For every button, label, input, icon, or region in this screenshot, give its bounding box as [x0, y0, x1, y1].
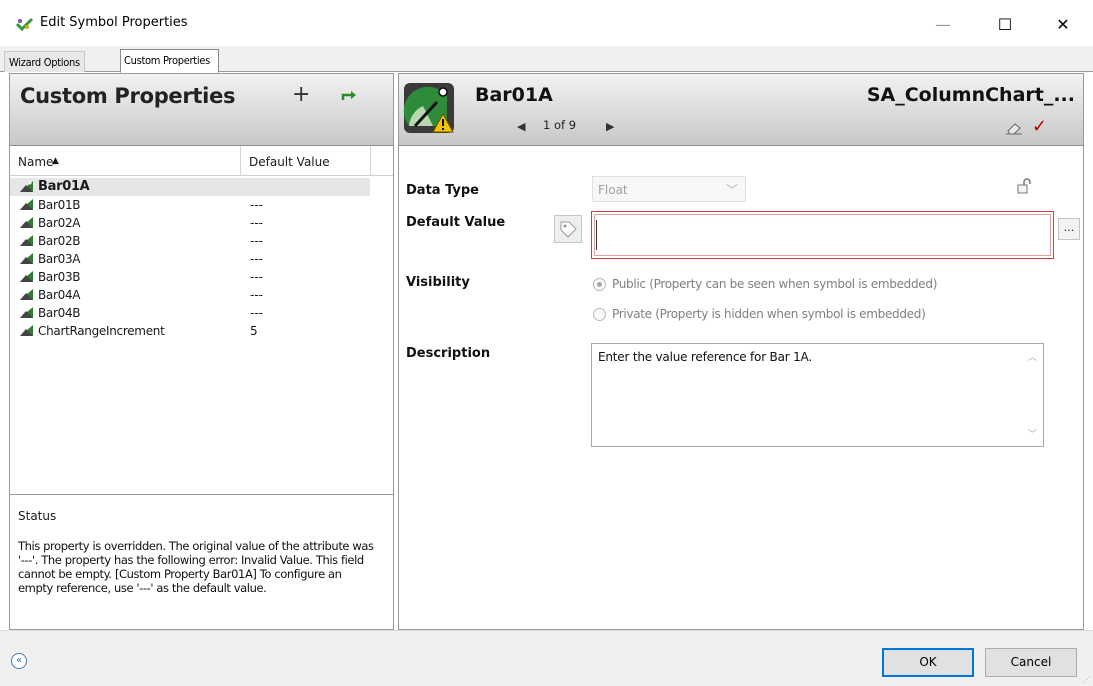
list-item[interactable]: Bar01B --- [10, 196, 370, 214]
default-value-input[interactable] [591, 211, 1054, 259]
property-name: Bar03A [38, 252, 81, 266]
property-name: Bar04B [38, 306, 81, 320]
close-button[interactable]: ✕ [1040, 8, 1086, 40]
add-property-button[interactable]: + [292, 82, 310, 107]
collapse-panel-button[interactable]: « [11, 653, 27, 669]
property-default: --- [250, 198, 263, 212]
chevron-down-icon: ﹀ [725, 183, 738, 197]
data-type-label: Data Type [406, 183, 479, 198]
previous-property-button[interactable]: ◀ [517, 120, 525, 133]
symbol-name: Bar01A [475, 84, 553, 106]
status-title: Status [18, 509, 57, 523]
reference-browse-button[interactable] [554, 215, 582, 243]
property-name: Bar04A [38, 288, 81, 302]
list-item[interactable]: Bar04B --- [10, 304, 370, 322]
revert-icon[interactable] [341, 88, 359, 102]
gauge-icon [20, 325, 33, 336]
property-default: --- [250, 306, 263, 320]
description-text: Enter the value reference for Bar 1A. [598, 350, 812, 364]
unlock-icon[interactable] [1016, 178, 1032, 194]
list-item[interactable]: ChartRangeIncrement 5 [10, 322, 370, 340]
property-default: --- [250, 234, 263, 248]
status-box: Status This property is overridden. The … [10, 494, 393, 629]
list-item[interactable]: Bar04A --- [10, 286, 370, 304]
list-item[interactable]: Bar03B --- [10, 268, 370, 286]
browse-ellipsis-button[interactable]: ... [1058, 218, 1080, 240]
property-name: Bar01A [38, 179, 90, 194]
window-title: Edit Symbol Properties [40, 15, 188, 30]
symbol-app-icon [16, 17, 34, 31]
resize-grip-icon[interactable]: ⋰ [1083, 675, 1091, 684]
property-default: --- [250, 252, 263, 266]
visibility-private-text: Private (Property is hidden when symbol … [612, 307, 926, 321]
column-divider[interactable] [370, 146, 371, 176]
dialog-footer: « OK Cancel ⋰ [0, 630, 1093, 686]
property-detail-panel: Bar01A ◀ 1 of 9 ▶ SA_ColumnChart_... ✓ D… [398, 73, 1084, 630]
property-name: Bar01B [38, 198, 81, 212]
status-message: This property is overridden. The origina… [18, 539, 374, 595]
gauge-icon [20, 271, 33, 282]
column-header-default-value[interactable]: Default Value [249, 155, 330, 169]
gauge-warning-icon [403, 83, 454, 133]
cancel-button[interactable]: Cancel [985, 648, 1077, 677]
property-counter: 1 of 9 [543, 118, 577, 132]
list-item[interactable]: Bar02B --- [10, 232, 370, 250]
visibility-public-text: Public (Property can be seen when symbol… [612, 277, 938, 291]
property-list: Bar01A Bar01B --- Bar02A --- Bar02B --- … [10, 178, 393, 340]
default-value-label: Default Value [406, 215, 506, 230]
sort-ascending-icon: ▲ [52, 156, 59, 166]
property-default: --- [250, 288, 263, 302]
next-property-button[interactable]: ▶ [606, 120, 614, 133]
gauge-icon [20, 217, 33, 228]
panel-heading: Custom Properties [20, 84, 236, 108]
tab-custom-properties[interactable]: Custom Properties [120, 49, 219, 73]
data-type-select: Float ﹀ [592, 176, 746, 202]
gauge-icon [20, 199, 33, 210]
data-type-value: Float [598, 183, 628, 197]
column-divider[interactable] [240, 146, 241, 176]
list-item[interactable]: Bar01A [10, 178, 370, 196]
default-value-input-inner[interactable] [594, 214, 1051, 256]
list-item[interactable]: Bar02A --- [10, 214, 370, 232]
gauge-icon [20, 235, 33, 246]
text-caret [596, 220, 597, 250]
property-detail-header: Bar01A ◀ 1 of 9 ▶ SA_ColumnChart_... ✓ [399, 74, 1083, 146]
gauge-icon [20, 181, 33, 192]
property-name: Bar02B [38, 234, 81, 248]
radio-selected-icon [593, 278, 606, 291]
property-name: ChartRangeIncrement [38, 324, 165, 338]
tag-icon [560, 221, 577, 238]
property-default: 5 [250, 324, 258, 338]
tab-strip: Wizard Options Custom Properties [0, 46, 1093, 73]
gauge-icon [20, 289, 33, 300]
custom-properties-panel: Custom Properties + Name ▲ Default Value… [9, 73, 394, 630]
title-bar: Edit Symbol Properties — ☐ ✕ [0, 0, 1093, 46]
description-label: Description [406, 346, 491, 361]
tab-wizard-options[interactable]: Wizard Options [4, 51, 85, 72]
symbol-template-name: SA_ColumnChart_... [866, 84, 1075, 106]
gauge-icon [20, 307, 33, 318]
list-header: Name ▲ Default Value [10, 146, 393, 176]
column-header-name[interactable]: Name [18, 155, 53, 169]
eraser-icon[interactable] [1005, 121, 1023, 135]
property-default: --- [250, 216, 263, 230]
minimize-button[interactable]: — [920, 8, 966, 40]
visibility-label: Visibility [406, 275, 470, 290]
radio-unselected-icon [593, 308, 606, 321]
description-textarea[interactable]: Enter the value reference for Bar 1A. ︿ … [591, 343, 1044, 447]
list-item[interactable]: Bar03A --- [10, 250, 370, 268]
property-name: Bar03B [38, 270, 81, 284]
ok-button[interactable]: OK [882, 648, 974, 677]
apply-check-icon[interactable]: ✓ [1032, 116, 1047, 137]
scroll-up-icon[interactable]: ︿ [1028, 350, 1037, 363]
scroll-down-icon[interactable]: ﹀ [1028, 427, 1037, 440]
property-default: --- [250, 270, 263, 284]
custom-properties-header: Custom Properties + [10, 74, 393, 146]
maximize-button[interactable]: ☐ [982, 8, 1028, 40]
gauge-icon [20, 253, 33, 264]
property-name: Bar02A [38, 216, 81, 230]
